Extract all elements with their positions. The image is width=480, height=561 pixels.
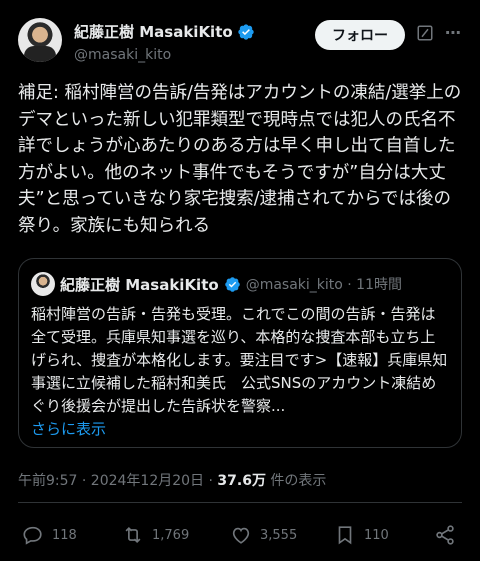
quoted-tweet[interactable]: 紀藤正樹 MasakiKito @masaki_kito · 11時間 稲村陣営… — [18, 258, 462, 448]
repost-count: 1,769 — [152, 527, 190, 543]
bookmark-icon — [338, 526, 352, 545]
tweet-meta: 午前9:57 · 2024年12月20日 · 37.6万 件の表示 — [18, 470, 326, 490]
follow-button[interactable]: フォロー — [315, 20, 405, 50]
like-count: 3,555 — [260, 527, 298, 543]
verified-badge-icon — [238, 23, 254, 40]
tweet-header: 紀藤正樹 MasakiKito @masaki_kito フォロー ⋯ — [18, 18, 462, 64]
share-button[interactable] — [434, 524, 456, 546]
repost-button[interactable]: 1,769 — [122, 524, 189, 546]
bookmark-button[interactable]: 110 — [334, 524, 389, 546]
bookmark-count: 110 — [364, 527, 389, 543]
reply-count: 118 — [52, 527, 77, 543]
quote-avatar — [31, 272, 55, 296]
timestamp[interactable]: 午前9:57 · 2024年12月20日 · — [18, 473, 217, 489]
quote-text: 稲村陣営の告訴・告発も受理。これでこの間の告訴・告発は全て受理。兵庫県知事選を巡… — [31, 305, 448, 415]
more-icon[interactable]: ⋯ — [444, 24, 462, 42]
avatar[interactable] — [18, 18, 62, 62]
quote-header: 紀藤正樹 MasakiKito @masaki_kito · 11時間 — [31, 271, 449, 297]
action-bar: 118 1,769 3,555 110 — [18, 520, 462, 552]
views-label: 件の表示 — [265, 473, 327, 489]
display-name[interactable]: 紀藤正樹 MasakiKito — [74, 21, 233, 42]
tweet-text: 補足: 稲村陣営の告訴/告発はアカウントの凍結/選挙上のデマといった新しい犯罪類… — [18, 83, 462, 236]
views-count: 37.6万 — [217, 473, 266, 489]
author-names: 紀藤正樹 MasakiKito @masaki_kito — [74, 21, 255, 63]
share-icon — [436, 525, 454, 545]
show-more-link[interactable]: さらに表示 — [31, 418, 449, 441]
like-button[interactable]: 3,555 — [230, 524, 297, 546]
handle[interactable]: @masaki_kito — [74, 47, 255, 63]
divider — [18, 502, 462, 503]
quote-meta: @masaki_kito · 11時間 — [245, 277, 402, 293]
quote-display-name: 紀藤正樹 MasakiKito — [60, 275, 219, 294]
reply-icon — [23, 526, 42, 545]
like-icon — [232, 527, 250, 544]
reply-button[interactable]: 118 — [22, 524, 77, 546]
verified-badge-icon — [224, 276, 240, 292]
grok-icon[interactable] — [416, 24, 434, 42]
repost-icon — [125, 526, 141, 544]
